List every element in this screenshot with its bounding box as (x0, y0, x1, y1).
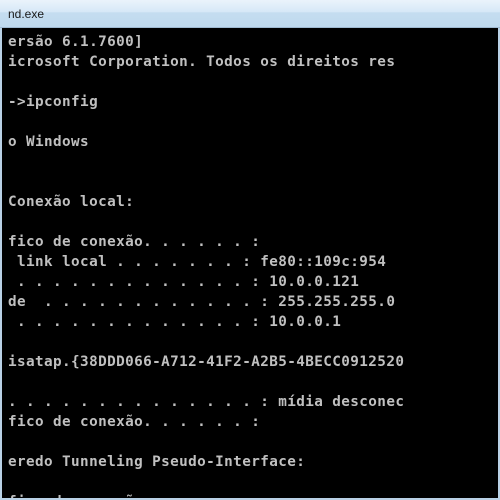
window-titlebar[interactable]: nd.exe (0, 0, 500, 28)
output-line: ->ipconfig (8, 94, 98, 110)
output-line: . . . . . . . . . . . . . . : mídia desc… (8, 394, 404, 410)
output-line: Conexão local: (8, 194, 134, 210)
output-line: fico de conexão. . . . . . : (8, 494, 260, 500)
terminal-output: ersão 6.1.7600] icrosoft Corporation. To… (8, 32, 492, 500)
output-line: link local . . . . . . . : fe80::109c:95… (8, 254, 386, 270)
output-line: icrosoft Corporation. Todos os direitos … (8, 54, 395, 70)
output-line: . . . . . . . . . . . . . : 10.0.0.121 (8, 274, 359, 290)
output-line: o Windows (8, 134, 89, 150)
output-line: fico de conexão. . . . . . : (8, 414, 260, 430)
terminal-area[interactable]: ersão 6.1.7600] icrosoft Corporation. To… (0, 28, 500, 500)
output-line: . . . . . . . . . . . . . : 10.0.0.1 (8, 314, 341, 330)
output-line: eredo Tunneling Pseudo-Interface: (8, 454, 305, 470)
command-prompt-window: nd.exe ersão 6.1.7600] icrosoft Corporat… (0, 0, 500, 500)
output-line: fico de conexão. . . . . . : (8, 234, 260, 250)
output-line: de . . . . . . . . . . . . : 255.255.255… (8, 294, 395, 310)
output-line: isatap.{38DDD066-A712-41F2-A2B5-4BECC091… (8, 354, 404, 370)
output-line: ersão 6.1.7600] (8, 34, 143, 50)
window-title: nd.exe (8, 7, 44, 21)
